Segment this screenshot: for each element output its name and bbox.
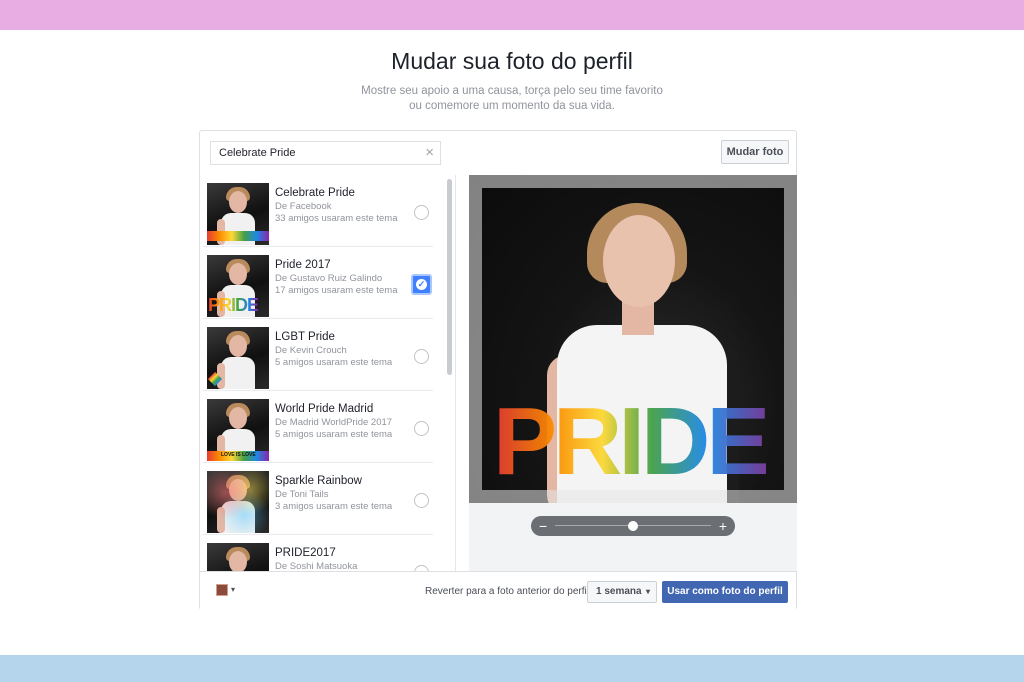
frame-list: Celebrate Pride De Facebook 33 amigos us… [203,175,456,571]
use-as-profile-photo-button[interactable]: Usar como foto do perfil [662,581,788,603]
chevron-down-icon: ▾ [231,585,236,594]
photo-preview: PRIDE − + [469,175,797,571]
zoom-out-icon[interactable]: − [539,517,547,535]
list-item[interactable]: PRIDE2017 De Soshi Matsuoka [203,535,433,571]
revert-label[interactable]: Reverter para a foto anterior do perfil [425,586,589,597]
top-color-band [0,0,1024,30]
zoom-in-icon[interactable]: + [719,517,727,535]
frame-usage: 5 amigos usaram este tema [275,429,393,440]
dialog-footer: ▾ Reverter para a foto anterior do perfi… [200,571,796,610]
thumb-love-text: LOVE IS LOVE [221,452,256,458]
subtitle-line-1: Mostre seu apoio a uma causa, torça pelo… [361,85,663,97]
pride-overlay-text: PRIDE [493,388,770,495]
profile-frame-dialog: Celebrate Pride × Mudar foto Celebrate P… [199,130,797,610]
change-photo-button[interactable]: Mudar foto [721,140,789,164]
frame-title: Pride 2017 [275,259,331,271]
frame-thumbnail [207,327,269,389]
list-item[interactable]: Sparkle Rainbow De Toni Tails 3 amigos u… [203,463,433,535]
chevron-down-icon: ▾ [645,587,650,596]
close-icon[interactable]: × [425,144,434,162]
frame-usage: 17 amigos usaram este tema [275,285,398,296]
frame-search-input[interactable]: Celebrate Pride × [210,141,441,165]
frame-thumbnail [207,183,269,245]
page-title: Mudar sua foto do perfil [391,48,633,74]
frame-author: De Gustavo Ruiz Galindo [275,273,383,284]
frame-title: World Pride Madrid [275,403,374,415]
frame-author: De Toni Tails [275,489,329,500]
check-icon: ✓ [416,279,427,290]
frame-radio[interactable] [414,205,429,220]
frame-thumbnail [207,543,269,571]
duration-value: 1 semana [596,586,642,597]
bottom-color-band [0,655,1024,682]
frame-author: De Facebook [275,201,332,212]
list-item[interactable]: LOVE IS LOVE World Pride Madrid De Madri… [203,391,433,463]
frame-radio[interactable] [414,349,429,364]
frame-title: Sparkle Rainbow [275,475,362,487]
frame-usage: 33 amigos usaram este tema [275,213,398,224]
frame-title: Celebrate Pride [275,187,355,199]
list-item[interactable]: PRIDE Pride 2017 De Gustavo Ruiz Galindo… [203,247,433,319]
frame-radio[interactable] [414,493,429,508]
frame-radio[interactable] [414,421,429,436]
frame-thumbnail: PRIDE [207,255,269,317]
frame-author: De Soshi Matsuoka [275,561,358,571]
frame-usage: 5 amigos usaram este tema [275,357,393,368]
list-item[interactable]: Celebrate Pride De Facebook 33 amigos us… [203,175,433,247]
duration-dropdown[interactable]: 1 semana ▾ [587,581,657,603]
frame-thumbnail: LOVE IS LOVE [207,399,269,461]
profile-photo-preview[interactable]: PRIDE [469,175,797,503]
subtitle-line-2: ou comemore um momento da sua vida. [409,100,615,112]
list-item[interactable]: LGBT Pride De Kevin Crouch 5 amigos usar… [203,319,433,391]
privacy-selector[interactable]: ▾ [216,584,240,598]
frame-author: De Kevin Crouch [275,345,347,356]
thumb-pride-text: PRIDE [208,295,259,315]
frame-usage: 3 amigos usaram este tema [275,501,393,512]
page-subtitle: Mostre seu apoio a uma causa, torça pelo… [312,84,712,114]
frame-title: PRIDE2017 [275,547,336,559]
frame-title: LGBT Pride [275,331,335,343]
list-scrollbar[interactable] [446,177,454,571]
search-value: Celebrate Pride [219,147,296,159]
zoom-handle[interactable] [628,521,638,531]
frame-thumbnail [207,471,269,533]
scrollbar-thumb[interactable] [447,179,452,375]
avatar-icon [216,584,228,596]
frame-selected-checkbox[interactable]: ✓ [411,274,432,295]
zoom-slider[interactable]: − + [531,516,735,536]
frame-author: De Madrid WorldPride 2017 [275,417,393,428]
